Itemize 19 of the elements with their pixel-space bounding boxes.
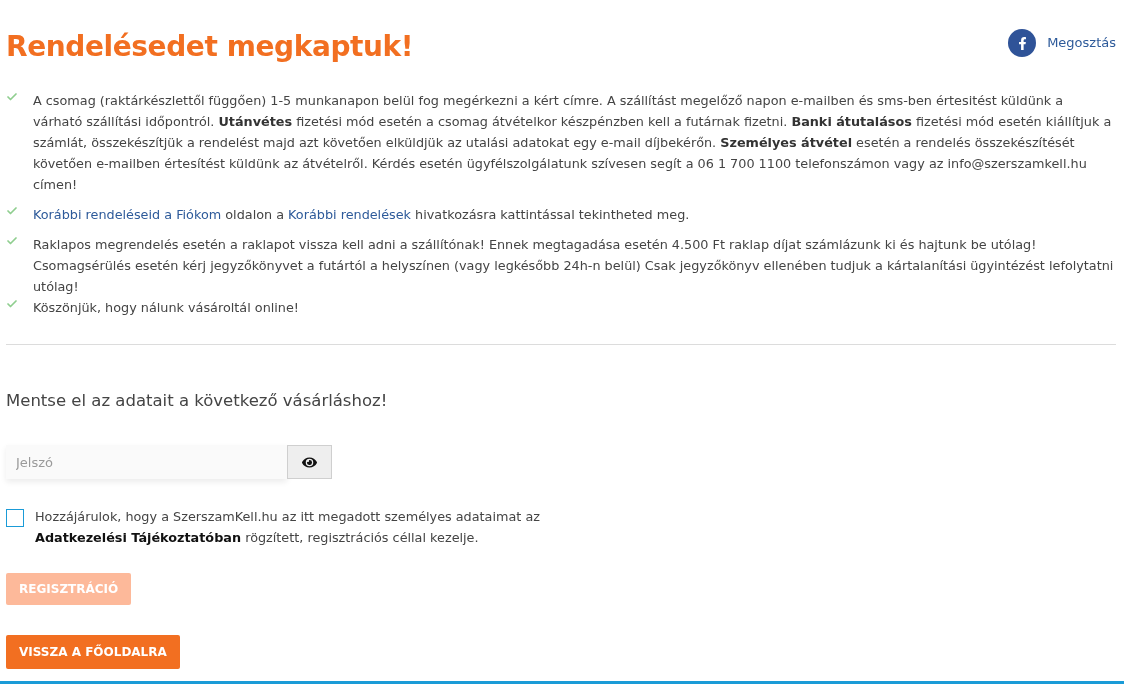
facebook-icon[interactable] (1008, 29, 1037, 57)
consent-checkbox[interactable] (6, 509, 24, 527)
info-text: A csomag (raktárkészlettől függően) 1-5 munkanapon belül fog megérkezni a kért címre. A szállítást megelőző napon e-mailben és sms-ben értesitést küldünk a várható szállítási időpontról. Utánvétes fizetési mód esetén a csomag átvételkor készpénzben kell a futárnak fizetni. Banki átutalásos fizetési mód esetén kiállítjuk a számlát, összekészítjük a rendelést majd azt követően elküldjük az utalási adatokat egy e-mail díjbekérőn. Személyes átvétel esetén a rendelés összekészítését követően e-mailben értesítést küldünk az átvételről. Kérdés esetén ügyfélszolgálatunk szívesen segít a 06 1 700 1100 telefonszámon vagy az info@szerszamkell.hu címen! (33, 92, 1113, 194)
password-field[interactable]: Jelszó (6, 445, 287, 479)
check-icon (6, 91, 18, 103)
info-text: Korábbi rendeléseid a Fiókom oldalon a Korábbi rendelések hivatkozásra kattintással tekintheted meg. (33, 206, 690, 224)
page-title: Rendelésedet megkaptuk! (6, 29, 414, 65)
check-icon (6, 235, 18, 247)
check-icon (6, 298, 18, 310)
consent-text: Hozzájárulok, hogy a SzerszamKell.hu az itt megadott személyes adataimat az Adatkezelési Tájékoztatóban rögzített, regisztrációs céllal kezelje. (35, 508, 541, 547)
info-text: Köszönjük, hogy nálunk vásároltál online! (33, 299, 299, 317)
text-link[interactable]: Korábbi rendelések (288, 207, 411, 222)
text-link[interactable]: Korábbi rendeléseid a Fiókom (33, 207, 222, 222)
info-text: Csomagsérülés esetén kérj jegyzőkönyvet a futártól a helyszínen (vagy legkésőbb 24h-n belül) Csak jegyzőkönyv ellenében tudjuk a kártalanítási ügyintézést lefolytatni utólag! (33, 257, 1115, 296)
section-heading: Mentse el az adatait a következő vásárláshoz! (6, 390, 389, 412)
info-text: Raklapos megrendelés esetén a raklapot vissza kell adni a szállítónak! Ennek megtagadása esetén 4.500 Ft raklap díjat számlázunk ki és hajtunk be utólag! (33, 236, 1038, 254)
check-icon (6, 205, 18, 217)
show-password-button[interactable] (287, 445, 332, 479)
share-link[interactable]: Megosztás (1047, 33, 1116, 53)
